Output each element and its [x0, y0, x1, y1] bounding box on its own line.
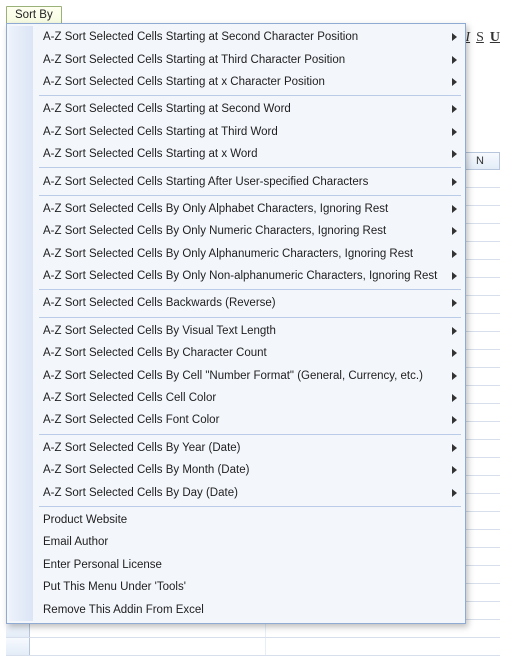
menu-item-label: A-Z Sort Selected Cells By Day (Date): [43, 487, 445, 499]
menu-item[interactable]: A-Z Sort Selected Cells By Only Non-alph…: [37, 265, 463, 287]
menu-item[interactable]: A-Z Sort Selected Cells Starting After U…: [37, 170, 463, 192]
column-header[interactable]: N: [460, 152, 500, 170]
strike-button[interactable]: S: [476, 30, 484, 46]
menu-separator: [39, 195, 461, 196]
menu-item[interactable]: A-Z Sort Selected Cells Font Color: [37, 409, 463, 431]
menu-item[interactable]: A-Z Sort Selected Cells By Only Alphabet…: [37, 198, 463, 220]
menu-item[interactable]: A-Z Sort Selected Cells Starting at Seco…: [37, 98, 463, 120]
menu-item[interactable]: Product Website: [37, 509, 463, 531]
chevron-right-icon: [452, 372, 457, 380]
menu-item-label: A-Z Sort Selected Cells By Cell "Number …: [43, 370, 445, 382]
menu-item[interactable]: A-Z Sort Selected Cells By Only Numeric …: [37, 220, 463, 242]
chevron-right-icon: [452, 349, 457, 357]
sort-by-dropdown: A-Z Sort Selected Cells Starting at Seco…: [6, 23, 466, 624]
chevron-right-icon: [452, 327, 457, 335]
app-background: I S U N Sort By A-Z Sort Selected Cells …: [0, 0, 506, 658]
menu-item[interactable]: A-Z Sort Selected Cells By Only Alphanum…: [37, 243, 463, 265]
menu-item[interactable]: A-Z Sort Selected Cells By Visual Text L…: [37, 320, 463, 342]
menu-item-label: A-Z Sort Selected Cells By Only Numeric …: [43, 225, 445, 237]
menu-item-label: A-Z Sort Selected Cells By Month (Date): [43, 464, 445, 476]
chevron-right-icon: [452, 444, 457, 452]
menu-item-label: Remove This Addin From Excel: [43, 604, 445, 616]
menu-item-label: A-Z Sort Selected Cells Starting at Seco…: [43, 103, 445, 115]
menu-item-label: A-Z Sort Selected Cells By Visual Text L…: [43, 325, 445, 337]
chevron-right-icon: [452, 150, 457, 158]
menu-item-label: A-Z Sort Selected Cells Font Color: [43, 414, 445, 426]
menu-item[interactable]: A-Z Sort Selected Cells Starting at x Ch…: [37, 71, 463, 93]
chevron-right-icon: [452, 78, 457, 86]
grid-cell[interactable]: [266, 638, 501, 655]
menu-item-label: A-Z Sort Selected Cells By Character Cou…: [43, 347, 445, 359]
chevron-right-icon: [452, 416, 457, 424]
menu-separator: [39, 95, 461, 96]
chevron-right-icon: [452, 178, 457, 186]
menu-item[interactable]: A-Z Sort Selected Cells By Year (Date): [37, 437, 463, 459]
menu-separator: [39, 506, 461, 507]
menu-item[interactable]: A-Z Sort Selected Cells By Month (Date): [37, 459, 463, 481]
menu-item-label: Enter Personal License: [43, 559, 445, 571]
menu-separator: [39, 434, 461, 435]
grid-cell[interactable]: [30, 638, 266, 655]
partially-visible-toolbar: I S U: [465, 30, 500, 46]
menu-item[interactable]: A-Z Sort Selected Cells Backwards (Rever…: [37, 292, 463, 314]
menu-item-label: A-Z Sort Selected Cells Starting at x Ch…: [43, 76, 445, 88]
chevron-right-icon: [452, 205, 457, 213]
menu-icon-strip: [9, 26, 33, 621]
chevron-right-icon: [452, 128, 457, 136]
underline-button[interactable]: U: [490, 30, 500, 46]
menu-item-label: A-Z Sort Selected Cells By Only Non-alph…: [43, 270, 445, 282]
menu-item[interactable]: A-Z Sort Selected Cells By Day (Date): [37, 481, 463, 503]
chevron-right-icon: [452, 394, 457, 402]
menu-separator: [39, 167, 461, 168]
menu-item[interactable]: A-Z Sort Selected Cells Starting at Seco…: [37, 26, 463, 48]
row-header[interactable]: [6, 638, 30, 655]
menu-item[interactable]: Remove This Addin From Excel: [37, 598, 463, 620]
menu-item-label: A-Z Sort Selected Cells Starting After U…: [43, 176, 445, 188]
menu-item[interactable]: A-Z Sort Selected Cells Starting at Thir…: [37, 121, 463, 143]
menu-item-label: A-Z Sort Selected Cells Starting at x Wo…: [43, 148, 445, 160]
menu-item[interactable]: Email Author: [37, 531, 463, 553]
chevron-right-icon: [452, 33, 457, 41]
menu-item-label: Put This Menu Under 'Tools': [43, 581, 445, 593]
menu-separator: [39, 289, 461, 290]
menu-item[interactable]: A-Z Sort Selected Cells Cell Color: [37, 387, 463, 409]
menu-item-label: Product Website: [43, 514, 445, 526]
menu-item-label: A-Z Sort Selected Cells Starting at Thir…: [43, 126, 445, 138]
chevron-right-icon: [452, 56, 457, 64]
menu-item[interactable]: Enter Personal License: [37, 554, 463, 576]
menu-item-label: A-Z Sort Selected Cells Starting at Seco…: [43, 31, 445, 43]
chevron-right-icon: [452, 272, 457, 280]
table-row[interactable]: [6, 638, 500, 656]
menu-item-label: A-Z Sort Selected Cells By Year (Date): [43, 442, 445, 454]
menu-item-label: A-Z Sort Selected Cells Backwards (Rever…: [43, 297, 445, 309]
menu-item[interactable]: A-Z Sort Selected Cells Starting at x Wo…: [37, 143, 463, 165]
chevron-right-icon: [452, 466, 457, 474]
menu-item-label: Email Author: [43, 536, 445, 548]
menu-separator: [39, 317, 461, 318]
menu-item-label: A-Z Sort Selected Cells By Only Alphabet…: [43, 203, 445, 215]
menu-item-label: A-Z Sort Selected Cells Starting at Thir…: [43, 54, 445, 66]
menu-item[interactable]: Put This Menu Under 'Tools': [37, 576, 463, 598]
chevron-right-icon: [452, 250, 457, 258]
menu-item[interactable]: A-Z Sort Selected Cells By Character Cou…: [37, 342, 463, 364]
chevron-right-icon: [452, 227, 457, 235]
chevron-right-icon: [452, 489, 457, 497]
italic-button[interactable]: I: [465, 30, 470, 46]
menu-item-label: A-Z Sort Selected Cells By Only Alphanum…: [43, 248, 445, 260]
menu-item[interactable]: A-Z Sort Selected Cells Starting at Thir…: [37, 48, 463, 70]
chevron-right-icon: [452, 299, 457, 307]
chevron-right-icon: [452, 105, 457, 113]
menu-items-container: A-Z Sort Selected Cells Starting at Seco…: [37, 26, 463, 621]
menu-item[interactable]: A-Z Sort Selected Cells By Cell "Number …: [37, 364, 463, 386]
menu-item-label: A-Z Sort Selected Cells Cell Color: [43, 392, 445, 404]
